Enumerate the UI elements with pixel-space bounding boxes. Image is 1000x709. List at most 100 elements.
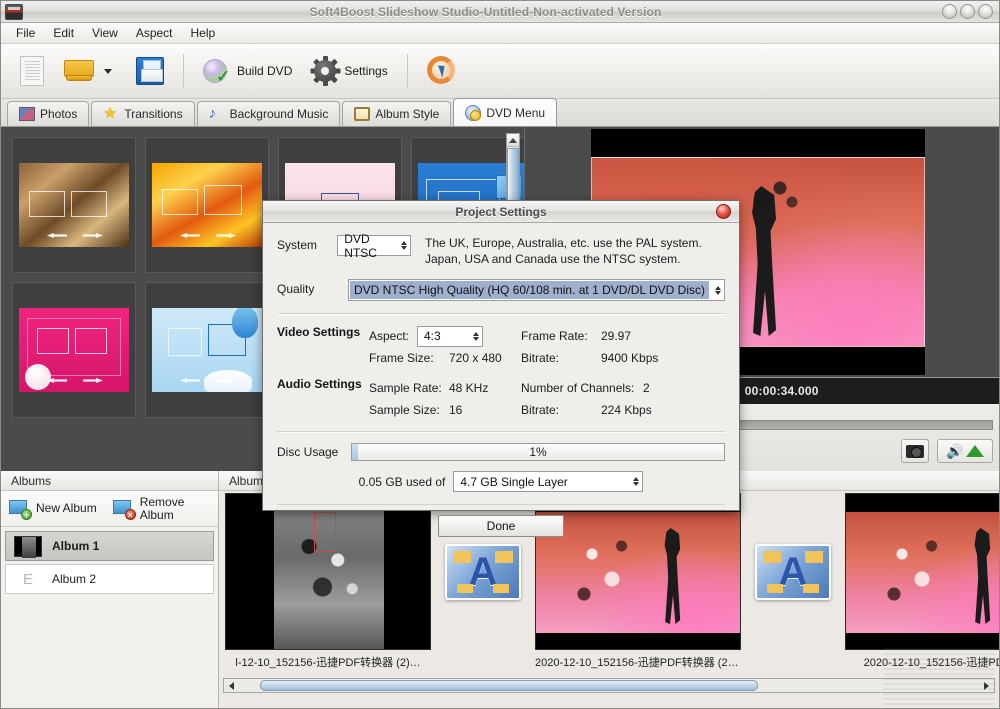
- spinner-arrows-icon[interactable]: [715, 286, 721, 295]
- dialog-divider-1: [277, 313, 725, 315]
- template-thumb-pink-teddy: [19, 308, 129, 392]
- scroll-left-icon[interactable]: [224, 679, 239, 692]
- aspect-select[interactable]: 4:3: [417, 326, 483, 347]
- speaker-icon[interactable]: 🔊: [946, 444, 963, 458]
- done-button[interactable]: Done: [438, 515, 564, 537]
- tab-transitions[interactable]: ★ Transitions: [91, 101, 194, 126]
- new-project-button[interactable]: [11, 49, 53, 93]
- build-dvd-label: Build DVD: [237, 64, 292, 78]
- template-item[interactable]: [145, 137, 269, 273]
- remove-album-button[interactable]: × Remove Album: [105, 496, 210, 522]
- spinner-arrows-icon[interactable]: [473, 332, 479, 341]
- tab-album-style-label: Album Style: [375, 107, 439, 121]
- album-name: Album 2: [52, 572, 96, 586]
- system-value: DVD NTSC: [344, 232, 395, 260]
- transition-slot[interactable]: A: [741, 493, 845, 650]
- preview-action-buttons: 🔊: [901, 439, 993, 463]
- progress-fill: [352, 444, 358, 460]
- dialog-title: Project Settings: [455, 205, 546, 219]
- system-row: System DVD NTSC The UK, Europe, Australi…: [277, 235, 725, 267]
- template-item[interactable]: [12, 282, 136, 418]
- filmstrip-slide[interactable]: 2020-12-10_152156-迅捷PDF转转: [845, 493, 1000, 670]
- camera-icon: [906, 445, 924, 458]
- audio-bitrate-row: Bitrate: 224 Kbps: [521, 399, 701, 421]
- close-button[interactable]: [978, 4, 993, 19]
- scroll-up-icon[interactable]: [507, 134, 519, 147]
- tab-background-music[interactable]: ♪ Background Music: [197, 101, 341, 126]
- dialog-title-bar: Project Settings: [263, 201, 739, 223]
- disc-usage-row: Disc Usage 1%: [277, 443, 725, 461]
- frame-rate-value: 29.97: [601, 329, 631, 343]
- filmstrip-scrollbar-thumb[interactable]: [260, 680, 758, 691]
- menu-aspect[interactable]: Aspect: [127, 24, 182, 42]
- disc-used-text: 0.05 GB used of: [359, 475, 446, 489]
- save-floppy-icon: [136, 57, 164, 85]
- tab-photos[interactable]: Photos: [7, 101, 89, 126]
- total-time: 00:00:34.000: [745, 384, 819, 398]
- open-project-button[interactable]: [55, 49, 125, 93]
- tab-transitions-label: Transitions: [124, 107, 182, 121]
- save-project-button[interactable]: [127, 49, 173, 93]
- slide-caption: 2020-12-10_152156-迅捷PDF转换器 (2)_?..: [535, 654, 741, 670]
- settings-button[interactable]: Settings: [303, 49, 396, 93]
- album-list: Album 1 E Album 2: [1, 527, 218, 594]
- preview-button[interactable]: [418, 49, 466, 93]
- album-list-item-1[interactable]: Album 1: [5, 531, 214, 561]
- template-thumb-orange-leaves: [152, 163, 262, 247]
- album-style-icon: [354, 107, 370, 121]
- menu-view[interactable]: View: [83, 24, 127, 42]
- close-icon[interactable]: [716, 204, 731, 219]
- sample-size-label: Sample Size:: [369, 403, 443, 417]
- maximize-button[interactable]: [960, 4, 975, 19]
- slide-thumbnail[interactable]: [845, 493, 1000, 650]
- disc-usage-percent: 1%: [529, 445, 546, 459]
- tab-background-music-label: Background Music: [230, 107, 329, 121]
- albums-caption: Albums: [1, 471, 218, 491]
- transition-icon[interactable]: A: [755, 544, 831, 600]
- sample-size-row: Sample Size: 16: [369, 399, 521, 421]
- template-thumb-brown-leaves: [19, 163, 129, 247]
- settings-label: Settings: [344, 64, 387, 78]
- tab-dvd-menu[interactable]: DVD Menu: [453, 98, 557, 126]
- aspect-value: 4:3: [424, 329, 441, 343]
- template-item[interactable]: [145, 282, 269, 418]
- add-album-icon: +: [9, 500, 31, 518]
- new-album-button[interactable]: + New Album: [1, 500, 105, 518]
- frame-rate-label: Frame Rate:: [521, 329, 595, 343]
- snapshot-button[interactable]: [901, 439, 929, 463]
- aspect-row: Aspect: 4:3: [369, 325, 521, 347]
- menu-edit[interactable]: Edit: [44, 24, 83, 42]
- video-bitrate-label: Bitrate:: [521, 351, 595, 365]
- filmstrip-scrollbar[interactable]: [223, 678, 995, 693]
- volume-fullscreen-group[interactable]: 🔊: [937, 439, 993, 463]
- scroll-right-icon[interactable]: [979, 679, 994, 692]
- album-list-item-2[interactable]: E Album 2: [5, 564, 214, 594]
- disc-usage-progress: 1%: [351, 443, 725, 461]
- minimize-button[interactable]: [942, 4, 957, 19]
- spinner-arrows-icon[interactable]: [633, 477, 639, 486]
- remove-album-icon: ×: [113, 500, 135, 518]
- audio-bitrate-value: 224 Kbps: [601, 403, 652, 417]
- tab-album-style[interactable]: Album Style: [342, 101, 451, 126]
- slide-caption: l-12-10_152156-迅捷PDF转换器 (2)…: [225, 654, 431, 670]
- menu-file[interactable]: File: [7, 24, 44, 42]
- system-select[interactable]: DVD NTSC: [337, 235, 411, 256]
- window-title: Soft4Boost Slideshow Studio-Untitled-Non…: [29, 5, 942, 19]
- spinner-arrows-icon[interactable]: [401, 241, 407, 250]
- aspect-label: Aspect:: [369, 329, 417, 343]
- transition-icon[interactable]: A: [445, 544, 521, 600]
- disc-layer-select[interactable]: 4.7 GB Single Layer: [453, 471, 643, 492]
- chevron-down-icon[interactable]: [104, 69, 112, 74]
- frame-size-row: Frame Size: 720 x 480: [369, 347, 521, 369]
- quality-row: Quality DVD NTSC High Quality (HQ 60/108…: [277, 279, 725, 301]
- template-item[interactable]: [12, 137, 136, 273]
- build-dvd-button[interactable]: ✓ Build DVD: [194, 49, 301, 93]
- video-settings-col-left: Aspect: 4:3 Frame Size: 720 x 480: [369, 325, 521, 369]
- system-label: System: [277, 235, 337, 252]
- album-name: Album 1: [52, 539, 99, 553]
- green-triangle-icon[interactable]: [966, 445, 984, 457]
- menu-help[interactable]: Help: [182, 24, 225, 42]
- video-settings-section: Video Settings Aspect: 4:3 Frame Size: 7…: [277, 325, 725, 369]
- new-album-label: New Album: [36, 502, 97, 515]
- quality-select[interactable]: DVD NTSC High Quality (HQ 60/108 min. at…: [348, 279, 725, 301]
